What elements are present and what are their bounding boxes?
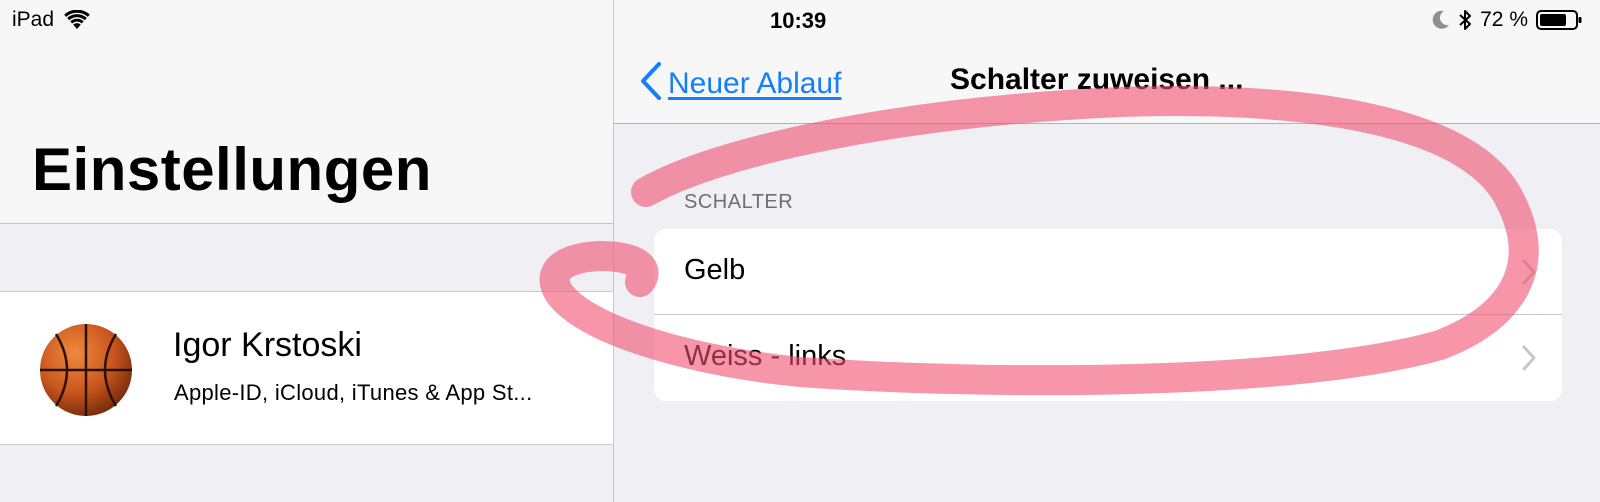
back-chevron-icon [640,62,662,105]
list-item-weiss-links[interactable]: Weiss - links [654,315,1562,401]
status-bar-right: 72 % [1432,8,1582,32]
back-label: Neuer Ablauf [668,66,842,100]
status-bar-left: iPad [12,8,90,32]
section-header: SCHALTER [684,191,794,213]
list-item-gelb[interactable]: Gelb [654,229,1562,315]
page-title: Einstellungen [32,136,432,203]
switch-list: Gelb Weiss - links [654,229,1562,401]
battery-icon [1536,9,1582,31]
detail-pane: 10:39 72 % Neuer Ablauf Schalter zuweise… [614,0,1600,502]
basketball-avatar [38,322,134,418]
profile-subtitle: Apple-ID, iCloud, iTunes & App St... [174,380,533,405]
chevron-right-icon [1522,345,1536,371]
device-label: iPad [12,8,55,31]
status-time: 10:39 [770,8,827,33]
profile-name: Igor Krstoski [173,326,362,364]
nav-title: Schalter zuweisen ... [950,63,1244,96]
chevron-right-icon [1522,259,1536,285]
battery-percentage: 72 % [1480,8,1528,31]
bluetooth-icon [1458,9,1472,31]
moon-icon [1432,10,1450,30]
wifi-icon [64,10,90,30]
sidebar-header: iPad Einstellungen [0,0,613,224]
back-button[interactable]: Neuer Ablauf [640,62,841,105]
list-item-label: Weiss - links [684,340,847,372]
list-item-label: Gelb [684,254,746,286]
ipad-screen: iPad Einstellungen Igor Krstoski Apple-I… [0,0,1600,502]
apple-id-profile-row[interactable]: Igor Krstoski Apple-ID, iCloud, iTunes &… [0,291,613,445]
settings-sidebar: iPad Einstellungen Igor Krstoski Apple-I… [0,0,613,502]
navigation-bar: 10:39 72 % Neuer Ablauf Schalter zuweise… [614,0,1600,124]
